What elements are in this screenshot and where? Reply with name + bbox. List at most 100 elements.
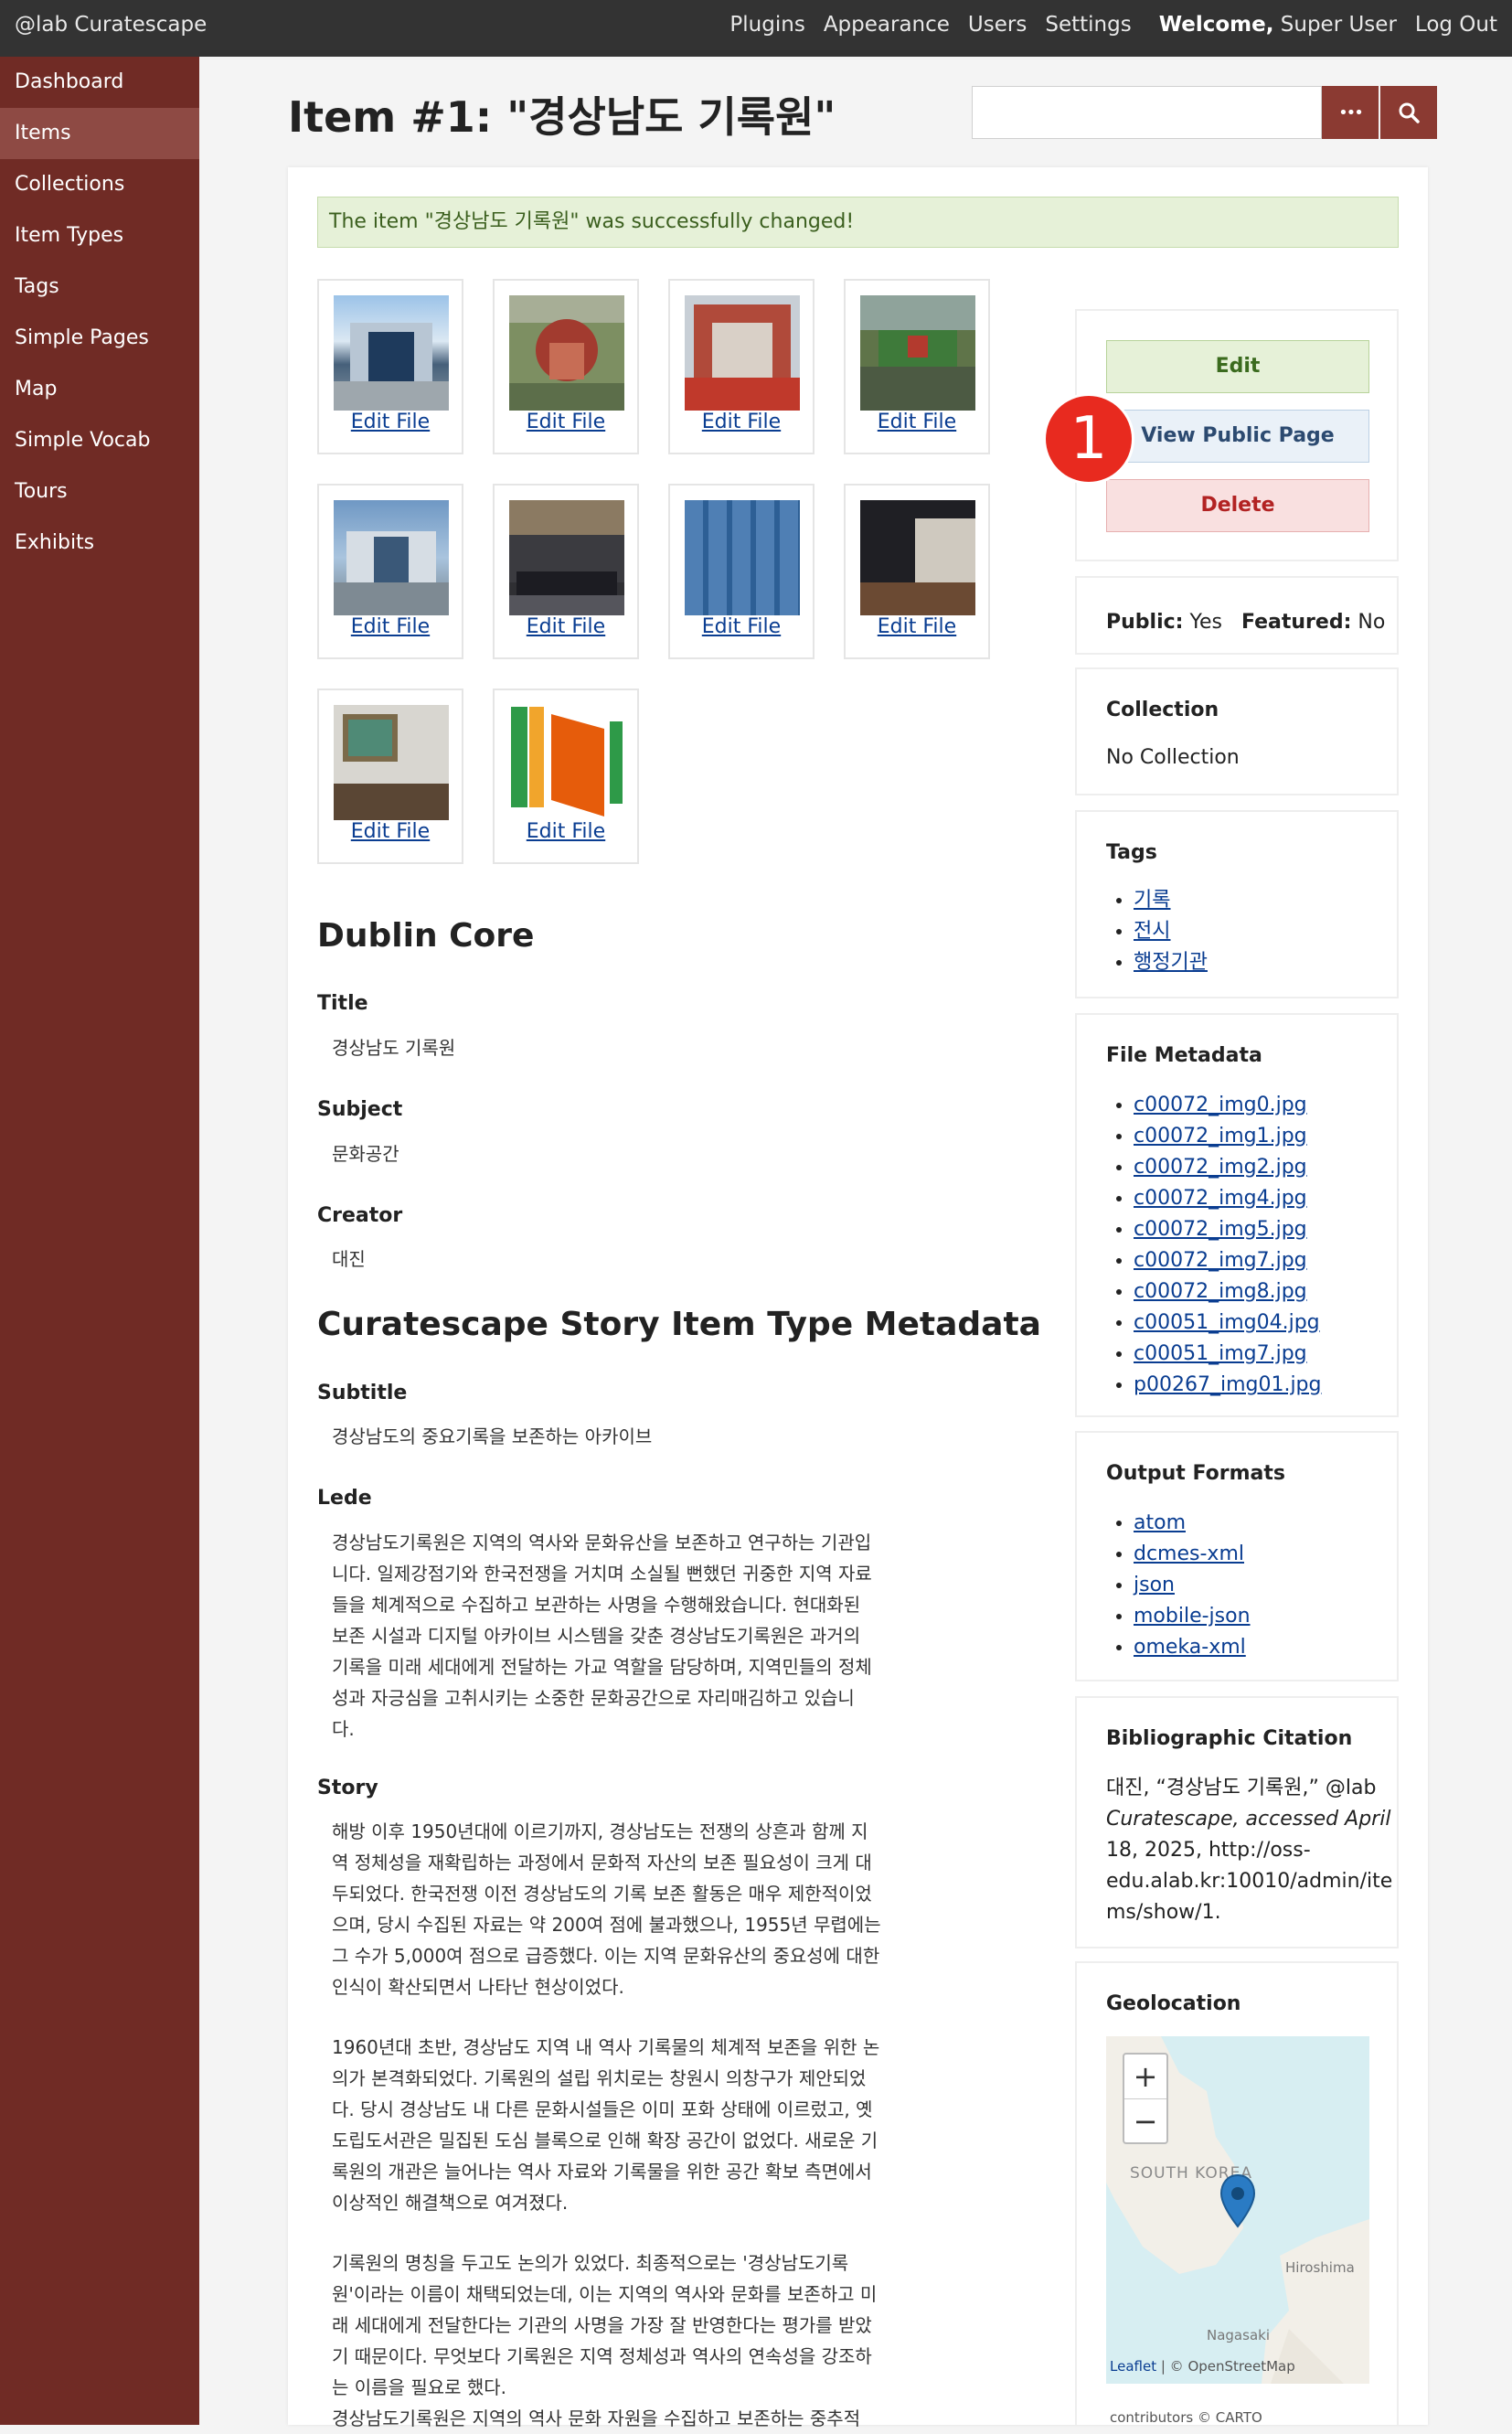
file-card[interactable]: Edit File [317, 484, 463, 659]
file-thumbnail[interactable] [509, 295, 624, 411]
citation-line: ms/show/1. [1106, 1901, 1221, 1924]
nav-plugins[interactable]: Plugins [729, 13, 804, 37]
file-thumbnail[interactable] [860, 500, 975, 615]
output-formats-title: Output Formats [1106, 1462, 1285, 1485]
edit-file-link[interactable]: Edit File [495, 820, 637, 843]
file-link[interactable]: c00072_img5.jpg [1134, 1218, 1307, 1241]
subtitle-label: Subtitle [317, 1382, 408, 1404]
edit-file-link[interactable]: Edit File [670, 411, 813, 433]
lede-line: 기록을 미래 세대에게 전달하는 가교 역할을 담당하며, 지역민들의 정체 [332, 1656, 872, 1678]
nav-settings[interactable]: Settings [1045, 13, 1131, 37]
file-link[interactable]: c00072_img4.jpg [1134, 1187, 1307, 1210]
edit-file-link[interactable]: Edit File [319, 820, 462, 843]
file-link[interactable]: c00072_img2.jpg [1134, 1156, 1307, 1179]
output-format-link[interactable]: json [1134, 1574, 1175, 1596]
nav-appearance[interactable]: Appearance [824, 13, 950, 37]
citation-title: Bibliographic Citation [1106, 1727, 1353, 1750]
advanced-search-button[interactable]: ••• [1322, 86, 1379, 139]
file-card[interactable]: Edit File [317, 689, 463, 864]
subtitle-value: 경상남도의 중요기록을 보존하는 아카이브 [332, 1425, 653, 1447]
logout-link[interactable]: Log Out [1415, 13, 1497, 37]
file-thumbnail[interactable] [509, 500, 624, 615]
lede-line: 성과 자긍심을 고취시키는 소중한 문화공간으로 자리매김하고 있습니 [332, 1687, 855, 1709]
edit-file-link[interactable]: Edit File [670, 615, 813, 638]
file-link[interactable]: c00072_img7.jpg [1134, 1249, 1307, 1272]
edit-file-link[interactable]: Edit File [319, 615, 462, 638]
success-flash: The item "경상남도 기록원" was successfully cha… [317, 197, 1399, 248]
file-card[interactable]: Edit File [493, 279, 639, 454]
edit-file-link[interactable]: Edit File [495, 411, 637, 433]
file-link[interactable]: c00072_img0.jpg [1134, 1094, 1307, 1116]
zoom-in-button[interactable]: + [1124, 2055, 1166, 2098]
sidebar-item-dashboard[interactable]: Dashboard [0, 57, 199, 108]
citation-line: edu.alab.kr:10010/admin/ite [1106, 1870, 1393, 1893]
edit-file-link[interactable]: Edit File [846, 615, 988, 638]
file-thumbnail[interactable] [685, 500, 800, 615]
file-thumbnail[interactable] [334, 500, 449, 615]
file-thumbnail[interactable] [860, 295, 975, 411]
zoom-control: + − [1123, 2053, 1168, 2144]
file-link[interactable]: c00051_img04.jpg [1134, 1311, 1320, 1334]
edit-file-link[interactable]: Edit File [846, 411, 988, 433]
file-card[interactable]: Edit File [844, 279, 990, 454]
output-format-link[interactable]: mobile-json [1134, 1605, 1251, 1628]
file-card[interactable]: Edit File [844, 484, 990, 659]
page-title: Item #1: "경상남도 기록원" [288, 92, 836, 142]
sidebar-item-items[interactable]: Items [0, 108, 199, 159]
file-card[interactable]: Edit File [668, 279, 815, 454]
edit-file-link[interactable]: Edit File [319, 411, 462, 433]
file-card[interactable]: Edit File [668, 484, 815, 659]
file-thumbnail[interactable] [334, 295, 449, 411]
file-card[interactable]: Edit File [317, 279, 463, 454]
sidebar-item-tags[interactable]: Tags [0, 262, 199, 313]
file-thumbnail[interactable] [509, 705, 624, 820]
map-label-hiroshima: Hiroshima [1285, 2259, 1355, 2276]
sidebar-item-simple-pages[interactable]: Simple Pages [0, 313, 199, 364]
file-thumbnail[interactable] [685, 295, 800, 411]
file-link[interactable]: p00267_img01.jpg [1134, 1373, 1322, 1396]
sidebar-item-map[interactable]: Map [0, 364, 199, 415]
zoom-out-button[interactable]: − [1124, 2098, 1166, 2143]
sidebar-item-exhibits[interactable]: Exhibits [0, 518, 199, 569]
sidebar-item-simple-vocab[interactable]: Simple Vocab [0, 415, 199, 466]
sidebar-item-item-types[interactable]: Item Types [0, 210, 199, 262]
creator-value: 대진 [332, 1248, 366, 1270]
map-marker-icon[interactable] [1219, 2173, 1256, 2228]
story-line: 인식이 확산되면서 나타난 현상이었다. [332, 1976, 624, 1998]
file-card[interactable]: Edit File [493, 484, 639, 659]
file-link[interactable]: c00051_img7.jpg [1134, 1342, 1307, 1365]
tag-link[interactable]: 전시 [1134, 920, 1170, 943]
file-card[interactable]: Edit File [493, 689, 639, 864]
output-format-link[interactable]: omeka-xml [1134, 1636, 1246, 1659]
file-link[interactable]: c00072_img8.jpg [1134, 1280, 1307, 1303]
search-input[interactable] [972, 86, 1322, 139]
list-item: 행정기관 [1134, 947, 1208, 978]
search-button[interactable] [1380, 86, 1437, 139]
tag-link[interactable]: 행정기관 [1134, 951, 1208, 974]
list-item: dcmes-xml [1134, 1539, 1251, 1570]
map[interactable]: + − SOUTH KOREA Hiroshima Nagasaki Leafl… [1106, 2036, 1369, 2384]
file-link[interactable]: c00072_img1.jpg [1134, 1125, 1307, 1148]
sidebar-item-tours[interactable]: Tours [0, 466, 199, 518]
more-icon: ••• [1338, 102, 1364, 123]
subject-label: Subject [317, 1098, 403, 1121]
list-item: mobile-json [1134, 1601, 1251, 1632]
output-format-link[interactable]: atom [1134, 1511, 1186, 1534]
output-format-link[interactable]: dcmes-xml [1134, 1543, 1244, 1565]
welcome-prefix: Welcome, [1158, 13, 1274, 37]
citation-line: 대진, “경상남도 기록원,” @lab [1106, 1777, 1377, 1799]
edit-button[interactable]: Edit [1106, 340, 1369, 393]
site-brand-link[interactable]: @lab Curatescape [15, 13, 207, 37]
leaflet-link[interactable]: Leaflet [1110, 2358, 1156, 2375]
sidebar-item-collections[interactable]: Collections [0, 159, 199, 210]
citation-box: Bibliographic Citation 대진, “경상남도 기록원,” @… [1075, 1696, 1399, 1948]
file-thumbnail[interactable] [334, 705, 449, 820]
edit-file-link[interactable]: Edit File [495, 615, 637, 638]
welcome-user-link[interactable]: Super User [1281, 13, 1397, 37]
output-formats-list: atom dcmes-xml json mobile-json omeka-xm… [1106, 1508, 1251, 1663]
geolocation-title: Geolocation [1106, 1992, 1241, 2015]
delete-button[interactable]: Delete [1106, 479, 1369, 532]
view-public-page-button[interactable]: View Public Page [1106, 410, 1369, 463]
tag-link[interactable]: 기록 [1134, 889, 1170, 912]
nav-users[interactable]: Users [968, 13, 1027, 37]
